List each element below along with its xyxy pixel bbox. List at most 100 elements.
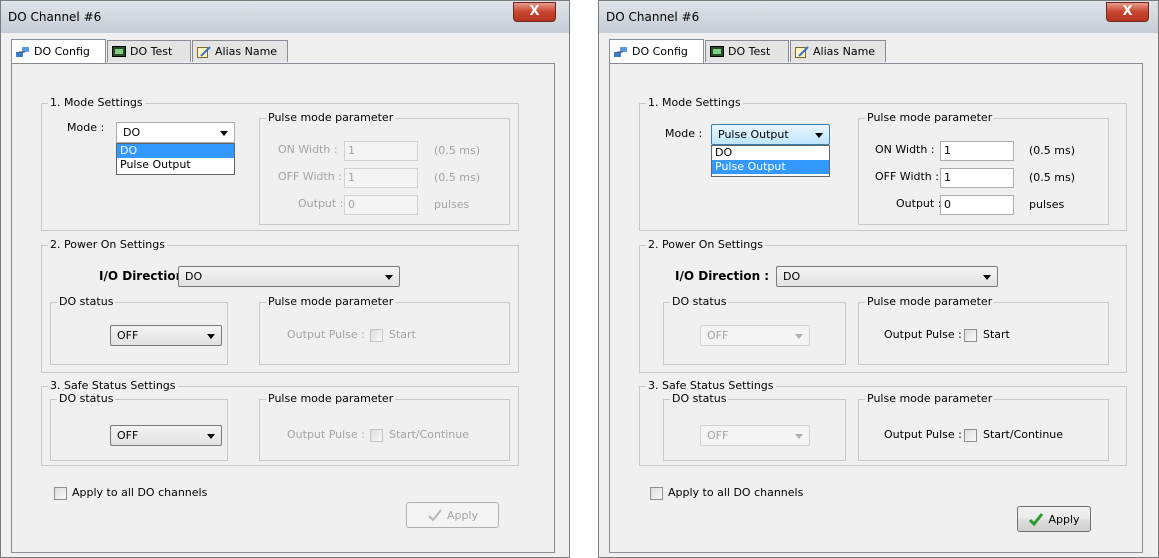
mode-option-pulse-output[interactable]: Pulse Output — [117, 158, 234, 172]
group-label: Pulse mode parameter — [865, 111, 995, 124]
group-label: Pulse mode parameter — [266, 295, 396, 308]
output-pulse-label: Output Pulse : — [884, 328, 962, 341]
io-direction-select[interactable]: DO — [776, 266, 998, 287]
tab-strip: DO Config DO Test Alias Name — [609, 39, 1149, 63]
group-label: DO status — [670, 295, 729, 308]
tab-alias-name[interactable]: Alias Name — [790, 40, 886, 62]
on-width-label: ON Width : — [278, 143, 338, 156]
checkmark-icon — [1028, 512, 1044, 527]
do-status-select[interactable]: OFF — [700, 425, 810, 446]
off-width-input[interactable]: 1 — [344, 168, 418, 188]
io-direction-label: I/O Direction : — [675, 269, 770, 283]
tab-do-config[interactable]: DO Config — [609, 39, 704, 63]
do-status-group: DO status OFF — [663, 295, 846, 365]
group-label: 3. Safe Status Settings — [48, 379, 178, 392]
title-bar[interactable]: DO Channel #6 X — [1, 1, 569, 33]
network-icon — [16, 46, 30, 58]
group-label: 1. Mode Settings — [48, 96, 145, 109]
title-bar[interactable]: DO Channel #6 X — [599, 1, 1158, 33]
group-label: Pulse mode parameter — [865, 295, 995, 308]
io-direction-select[interactable]: DO — [178, 266, 400, 287]
power-on-settings-group: 2. Power On Settings I/O Direction : DO … — [41, 238, 519, 373]
start-continue-checkbox[interactable] — [964, 429, 977, 442]
start-checkbox[interactable] — [964, 329, 977, 342]
config-panel: 1. Mode Settings Mode : Pulse Output DO … — [609, 63, 1143, 553]
tab-label: DO Config — [34, 45, 90, 58]
monitor-icon — [112, 45, 126, 58]
start-checkbox[interactable] — [370, 329, 383, 342]
group-label: Pulse mode parameter — [865, 392, 995, 405]
start-label: Start — [389, 328, 416, 341]
do-status-select[interactable]: OFF — [700, 325, 810, 346]
tab-label: Alias Name — [813, 45, 876, 58]
group-label: 2. Power On Settings — [48, 238, 167, 251]
off-width-input[interactable]: 1 — [940, 168, 1014, 188]
io-direction-value: DO — [185, 270, 203, 283]
pulse-mode-parameter-group: Pulse mode parameter Output Pulse : Star… — [259, 295, 510, 365]
do-status-value: OFF — [707, 429, 729, 442]
output-unit: pulses — [434, 198, 470, 211]
notepad-pencil-icon — [197, 45, 211, 58]
close-button[interactable]: X — [1106, 2, 1149, 22]
tab-label: Alias Name — [215, 45, 278, 58]
tab-do-test[interactable]: DO Test — [705, 40, 789, 62]
do-status-group: DO status OFF — [663, 392, 846, 461]
tab-alias-name[interactable]: Alias Name — [192, 40, 288, 62]
apply-label: Apply — [446, 508, 479, 522]
group-label: 2. Power On Settings — [646, 238, 765, 251]
group-label: Pulse mode parameter — [266, 392, 396, 405]
apply-all-checkbox[interactable] — [54, 487, 67, 500]
output-unit: pulses — [1029, 198, 1065, 211]
group-label: DO status — [57, 295, 116, 308]
start-continue-label: Start/Continue — [983, 428, 1064, 441]
tab-label: DO Test — [728, 45, 771, 58]
tab-do-config[interactable]: DO Config — [11, 39, 106, 63]
mode-settings-group: 1. Mode Settings Mode : Pulse Output DO … — [639, 96, 1127, 231]
output-label: Output : — [896, 197, 942, 210]
power-on-settings-group: 2. Power On Settings I/O Direction : DO … — [639, 238, 1127, 373]
off-width-unit: (0.5 ms) — [434, 171, 481, 184]
output-input[interactable]: 0 — [940, 195, 1014, 215]
output-pulse-label: Output Pulse : — [884, 428, 962, 441]
do-status-select[interactable]: OFF — [110, 425, 222, 446]
on-width-unit: (0.5 ms) — [434, 144, 481, 157]
start-label: Start — [983, 328, 1010, 341]
do-status-value: OFF — [117, 329, 139, 342]
mode-value: DO — [123, 126, 141, 139]
apply-all-checkbox[interactable] — [650, 487, 663, 500]
apply-button[interactable]: Apply — [1017, 506, 1091, 532]
notepad-pencil-icon — [795, 45, 809, 58]
output-input[interactable]: 0 — [344, 195, 418, 215]
tab-do-test[interactable]: DO Test — [107, 40, 191, 62]
mode-label: Mode : — [67, 121, 105, 134]
start-continue-checkbox[interactable] — [370, 429, 383, 442]
mode-select[interactable]: Pulse Output — [711, 124, 830, 145]
do-status-select[interactable]: OFF — [110, 325, 222, 346]
checkmark-icon — [427, 508, 443, 522]
do-status-group: DO status OFF — [50, 392, 228, 461]
mode-value: Pulse Output — [718, 128, 789, 141]
mode-option-pulse-output[interactable]: Pulse Output — [712, 160, 829, 174]
off-width-unit: (0.5 ms) — [1029, 171, 1076, 184]
mode-label: Mode : — [665, 127, 703, 140]
group-label: DO status — [57, 392, 116, 405]
group-label: DO status — [670, 392, 729, 405]
network-icon — [614, 46, 628, 58]
pulse-mode-parameter-group: Pulse mode parameter Output Pulse : Star… — [858, 295, 1109, 365]
tab-label: DO Config — [632, 45, 688, 58]
apply-button[interactable]: Apply — [406, 502, 499, 528]
close-icon: X — [1122, 4, 1133, 19]
close-button[interactable]: X — [513, 2, 556, 22]
mode-option-do[interactable]: DO — [117, 144, 234, 158]
output-pulse-label: Output Pulse : — [287, 328, 365, 341]
on-width-input[interactable]: 1 — [940, 141, 1014, 161]
apply-all-label: Apply to all DO channels — [72, 486, 208, 499]
output-pulse-label: Output Pulse : — [287, 428, 365, 441]
window-title: DO Channel #6 — [8, 10, 102, 24]
mode-select[interactable]: DO — [116, 122, 235, 143]
off-width-label: OFF Width : — [278, 170, 342, 183]
dialog-window-right: DO Channel #6 X DO Config DO Test Alias … — [598, 0, 1159, 558]
mode-option-do[interactable]: DO — [712, 146, 829, 160]
close-icon: X — [529, 4, 540, 19]
on-width-input[interactable]: 1 — [344, 141, 418, 161]
